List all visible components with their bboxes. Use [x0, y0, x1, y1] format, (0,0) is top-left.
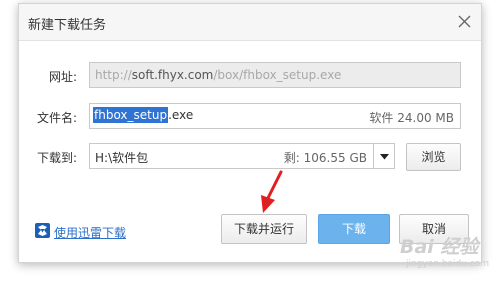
download-button[interactable]: 下载: [318, 214, 390, 244]
path-dropdown-button[interactable]: [373, 143, 395, 169]
browse-button[interactable]: 浏览: [406, 143, 461, 171]
title-bar: 新建下载任务: [19, 4, 481, 41]
free-space-info: 剩: 106.55 GB: [283, 151, 367, 165]
file-size-info: 软件 24.00 MB: [369, 111, 454, 125]
save-path-field[interactable]: H:\软件包 剩: 106.55 GB: [89, 143, 374, 169]
xunlei-logo-icon: [35, 223, 50, 238]
close-icon[interactable]: [456, 13, 473, 30]
new-download-dialog: 新建下载任务 网址: http://soft.fhyx.com/box/fhbo…: [18, 3, 482, 263]
filename-label: 文件名:: [36, 111, 77, 125]
url-field[interactable]: http://soft.fhyx.com/box/fhbox_setup.exe: [89, 62, 461, 88]
url-path: /box/fhbox_setup.exe: [213, 68, 342, 82]
url-prefix: http://: [95, 68, 132, 82]
cancel-button[interactable]: 取消: [399, 214, 469, 244]
save-path: H:\软件包: [95, 151, 149, 165]
dialog-title: 新建下载任务: [28, 18, 107, 33]
filename-field[interactable]: fhbox_setup.exe 软件 24.00 MB: [89, 103, 461, 129]
use-xunlei-link[interactable]: 使用迅雷下载: [35, 223, 155, 240]
triangle-down-icon: [380, 154, 389, 160]
url-domain: soft.fhyx.com: [131, 68, 214, 82]
filename-selected-text: fhbox_setup: [93, 107, 169, 123]
download-and-run-button[interactable]: 下载并运行: [221, 214, 307, 244]
save-to-label: 下载到:: [36, 151, 77, 165]
xunlei-link-text: 使用迅雷下载: [54, 226, 127, 240]
filename-extension: .exe: [168, 108, 194, 122]
url-label: 网址:: [48, 70, 77, 84]
